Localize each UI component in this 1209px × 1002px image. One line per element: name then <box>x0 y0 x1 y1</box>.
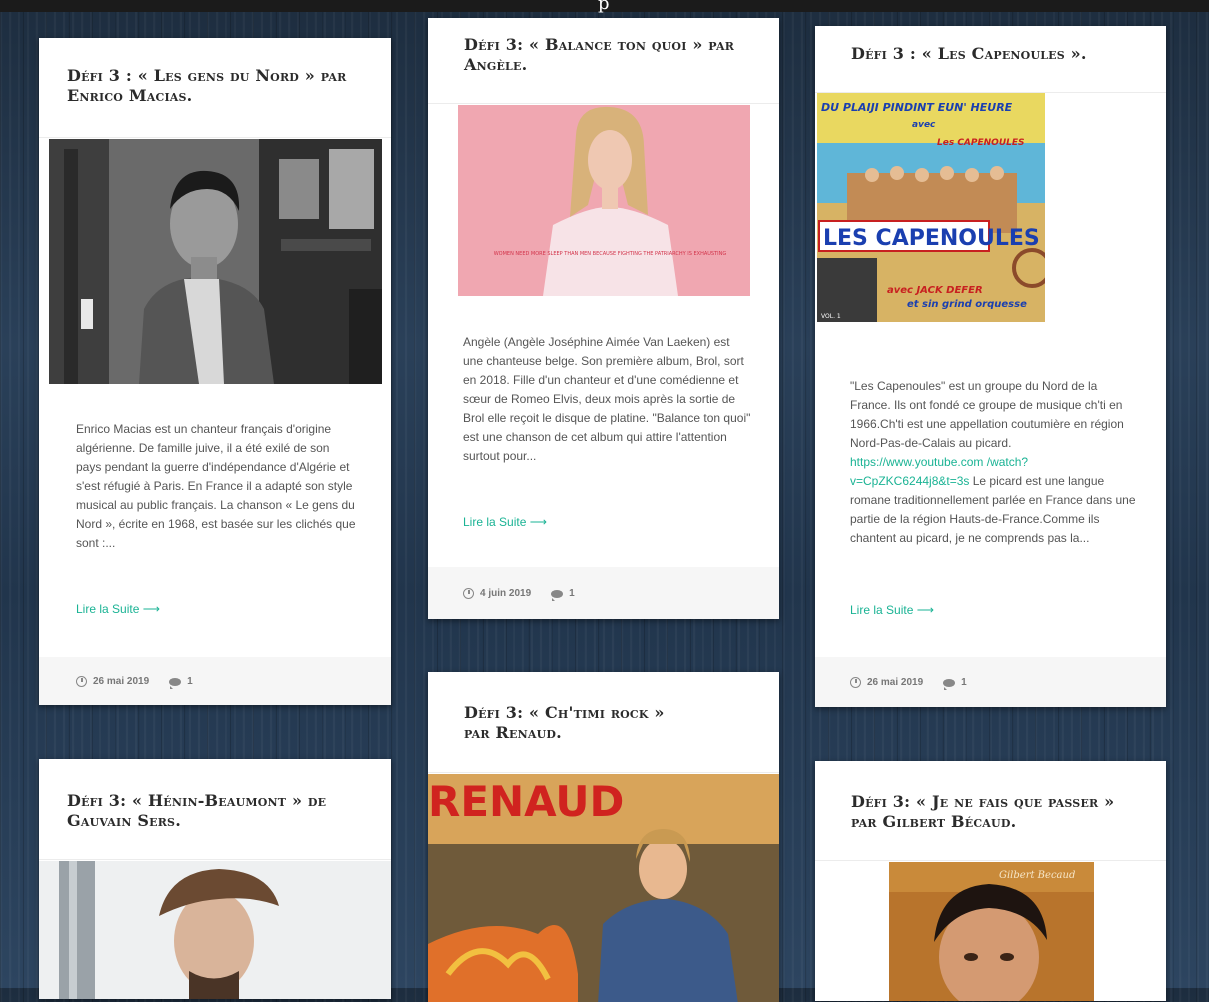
cover-signature: Gilbert Becaud <box>999 870 1075 881</box>
svg-text:Les CAPENOULES: Les CAPENOULES <box>937 138 1025 148</box>
post-card-angele[interactable]: Défi 3: « Balance ton quoi » par Angèle.… <box>428 18 779 619</box>
cover-title: RENAUD <box>428 777 624 826</box>
post-footer: 4 juin 2019 1 <box>428 567 779 619</box>
read-more-link[interactable]: Lire la Suite ⟶ <box>463 515 547 529</box>
clock-icon <box>76 676 87 687</box>
post-title[interactable]: Défi 3 : « Les Capenoules ». <box>815 44 1166 64</box>
cover-top-text: DU PLAIJI PINDINT EUN' HEURE <box>821 101 1013 114</box>
post-title[interactable]: Défi 3: « Je ne fais que passer » par Gi… <box>815 792 1166 832</box>
post-title[interactable]: Défi 3: « Ch'timi rock » par Renaud. <box>428 703 730 743</box>
site-title-fragment: p <box>598 0 610 14</box>
post-card-gilbert-becaud[interactable]: Défi 3: « Je ne fais que passer » par Gi… <box>815 761 1166 1001</box>
post-title[interactable]: Défi 3: « Balance ton quoi » par Angèle. <box>428 35 779 75</box>
comments-icon[interactable] <box>551 589 564 601</box>
comment-count[interactable]: 1 <box>187 676 193 687</box>
clock-icon <box>850 677 861 688</box>
post-title[interactable]: Défi 3: « Hénin-Beaumont » de Gauvain Se… <box>39 791 391 831</box>
post-excerpt: Angèle (Angèle Joséphine Aimée Van Laeke… <box>463 335 751 463</box>
post-date: 4 juin 2019 <box>480 588 532 599</box>
post-title[interactable]: Défi 3 : « Les gens du Nord » par Enrico… <box>39 66 391 106</box>
post-footer: 26 mai 2019 1 <box>815 657 1166 707</box>
comment-count[interactable]: 1 <box>961 677 967 688</box>
read-more-link[interactable]: Lire la Suite ⟶ <box>850 603 934 617</box>
post-footer: 26 mai 2019 1 <box>39 657 391 705</box>
clock-icon <box>463 588 474 599</box>
svg-text:avec JACK DEFER: avec JACK DEFER <box>887 285 983 296</box>
post-card-capenoules[interactable]: Défi 3 : « Les Capenoules ». DU PLAIJI P… <box>815 26 1166 707</box>
post-thumbnail[interactable] <box>39 861 391 999</box>
svg-text:VOL. 1: VOL. 1 <box>821 313 841 320</box>
read-more-link[interactable]: Lire la Suite ⟶ <box>76 602 160 616</box>
post-date: 26 mai 2019 <box>867 677 924 688</box>
shirt-slogan: WOMEN NEED MORE SLEEP THAN MEN BECAUSE F… <box>494 251 727 257</box>
svg-text:et sin grind orquesse: et sin grind orquesse <box>907 299 1027 310</box>
post-thumbnail[interactable] <box>49 139 382 384</box>
comment-count[interactable]: 1 <box>569 588 575 599</box>
post-thumbnail[interactable]: RENAUD <box>428 774 779 1002</box>
top-bar: p <box>0 0 1209 14</box>
post-date: 26 mai 2019 <box>93 676 150 687</box>
comments-icon[interactable] <box>169 677 182 689</box>
comments-icon[interactable] <box>943 678 956 690</box>
post-card-gauvain-sers[interactable]: Défi 3: « Hénin-Beaumont » de Gauvain Se… <box>39 759 391 999</box>
svg-text:avec: avec <box>912 120 936 130</box>
post-thumbnail[interactable]: DU PLAIJI PINDINT EUN' HEURE avec Les CA… <box>817 93 1045 322</box>
post-card-renaud[interactable]: Défi 3: « Ch'timi rock » par Renaud. REN… <box>428 672 779 1002</box>
post-thumbnail[interactable]: WOMEN NEED MORE SLEEP THAN MEN BECAUSE F… <box>458 105 750 296</box>
post-thumbnail[interactable]: Gilbert Becaud <box>889 862 1094 1001</box>
cover-logo: LES CAPENOULES <box>823 226 1040 251</box>
post-excerpt: "Les Capenoules" est un groupe du Nord d… <box>850 379 1136 545</box>
post-card-enrico-macias[interactable]: Défi 3 : « Les gens du Nord » par Enrico… <box>39 38 391 705</box>
post-excerpt: Enrico Macias est un chanteur français d… <box>76 422 356 550</box>
